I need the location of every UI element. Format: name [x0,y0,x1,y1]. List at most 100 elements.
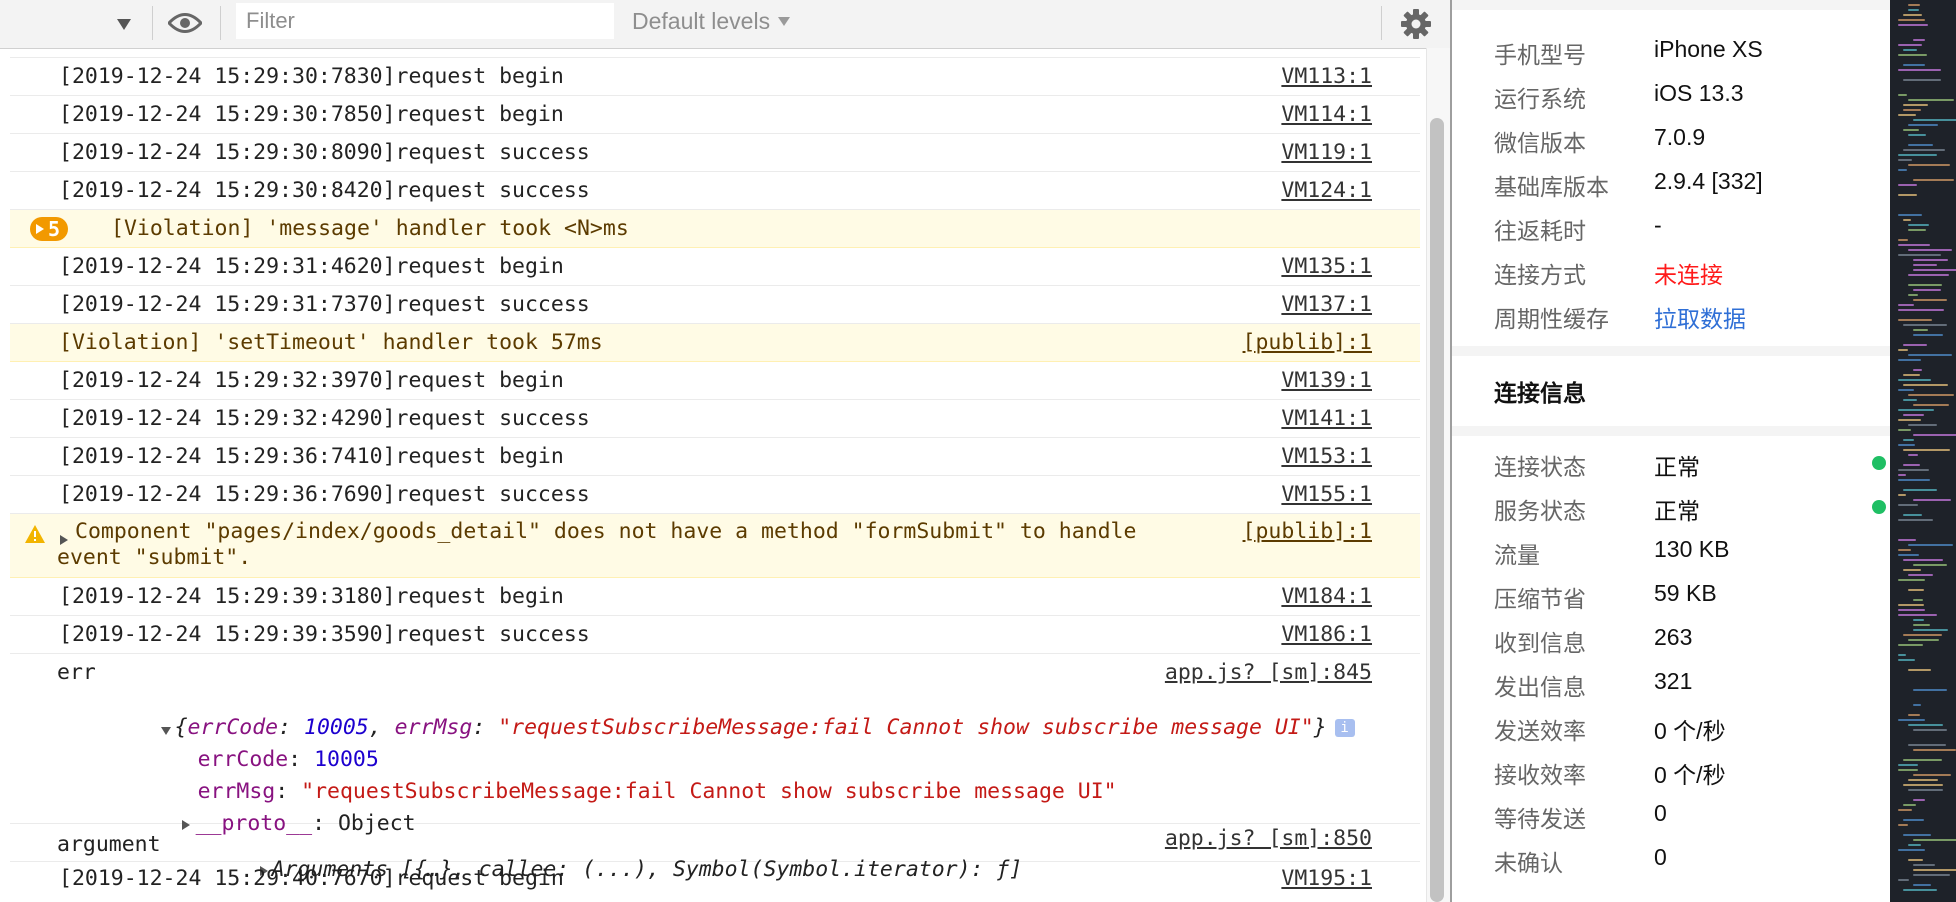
minimap-code-line [1903,344,1927,346]
info-icon[interactable]: i [1334,719,1355,737]
info-label: 运行系统 [1494,86,1586,112]
minimap-code-line [1898,419,1921,421]
minimap-code-line [1913,264,1937,266]
minimap-code-line [1898,539,1916,541]
info-row-os: 运行系统 iOS 13.3 [1494,72,1874,116]
source-link[interactable]: [publib]:1 [1243,519,1372,544]
source-link[interactable]: VM135:1 [1281,254,1372,279]
minimap-code-line [1913,39,1925,41]
minimap-code-line [1898,604,1924,606]
group-count-badge[interactable]: 5 [30,217,69,241]
minimap-code-line [1898,719,1925,721]
source-link[interactable]: VM184:1 [1281,584,1372,609]
log-row: [2019-12-24 15:29:39:3590]request succes… [10,616,1420,654]
minimap-code-line [1898,44,1922,46]
info-row-periodic-cache: 周期性缓存 拉取数据 [1494,292,1874,336]
toolbar-divider [220,6,221,40]
log-row-cut [10,48,1420,58]
status-ok-icon [1872,500,1886,514]
minimap-code-line [1898,474,1906,476]
section-separator [1452,0,1890,10]
minimap-code-line [1903,804,1916,806]
minimap-code-line [1903,324,1947,326]
source-link[interactable]: [publib]:1 [1243,330,1372,355]
argument-log-entry: argument Arguments [{…}, callee: (...), … [10,824,1420,882]
minimap-code-line [1903,784,1943,786]
source-link[interactable]: app.js? [sm]:845 [1165,660,1372,685]
source-link[interactable]: VM113:1 [1281,64,1372,89]
minimap-code-line [1898,184,1917,186]
minimap-code-line [1903,49,1917,51]
minimap-code-line [1913,499,1951,501]
source-link[interactable]: VM139:1 [1281,368,1372,393]
minimap-code-line [1903,109,1921,111]
minimap-code-line [1908,4,1920,6]
fetch-data-link[interactable]: 拉取数据 [1654,300,1746,334]
info-value: iOS 13.3 [1654,80,1744,106]
log-levels-dropdown[interactable]: Default levels [632,4,791,38]
violation-group-row[interactable]: 5 [Violation] 'message' handler took <N>… [10,210,1420,248]
log-message: [2019-12-24 15:29:31:7370]request succes… [59,292,590,317]
log-row: [2019-12-24 15:29:31:4620]request begin … [10,248,1420,286]
source-link[interactable]: VM137:1 [1281,292,1372,317]
source-link[interactable]: VM153:1 [1281,444,1372,469]
info-label: 等待发送 [1494,806,1586,832]
log-message: [2019-12-24 15:29:30:7830]request begin [59,64,564,89]
log-message: [2019-12-24 15:29:30:7850]request begin [59,102,564,127]
console-toolbar: Default levels [0,0,1450,49]
minimap-code-line [1898,24,1928,26]
minimap-code-line [1908,124,1938,126]
minimap-code-line [1908,574,1933,576]
minimap-code-line [1903,384,1948,386]
info-value: 321 [1654,668,1693,694]
source-link[interactable]: VM155:1 [1281,482,1372,507]
dropdown-arrow-icon[interactable] [110,10,138,38]
source-link[interactable]: VM141:1 [1281,406,1372,431]
filter-input[interactable] [236,3,614,39]
log-message: [2019-12-24 15:29:36:7690]request succes… [59,482,590,507]
source-link[interactable]: app.js? [sm]:850 [1165,826,1372,851]
minimap-code-line [1913,774,1951,776]
log-row: [2019-12-24 15:29:32:4290]request succes… [10,400,1420,438]
source-link[interactable]: VM119:1 [1281,140,1372,165]
argument-label: argument [57,832,161,857]
minimap-code-line [1913,874,1950,876]
minimap-code-line [1898,69,1941,71]
minimap-code-line [1908,669,1931,671]
minimap-code-line [1913,334,1943,336]
minimap-code-line [1908,724,1943,726]
minimap-code-line [1908,714,1920,716]
log-row: [2019-12-24 15:29:40:7670]request begin … [10,862,1420,900]
minimap-code-line [1903,79,1941,81]
info-label: 基础库版本 [1494,174,1609,200]
log-message: [2019-12-24 15:29:31:4620]request begin [59,254,564,279]
minimap-code-line [1898,659,1915,661]
minimap-code-line [1913,119,1956,121]
console-scrollbar[interactable] [1426,48,1450,902]
minimap-code-line [1903,514,1922,516]
violation-row: [Violation] 'setTimeout' handler took 57… [10,324,1420,362]
info-row-send-rate: 发送效率 0 个/秒 [1494,704,1874,748]
minimap-code-line [1903,414,1924,416]
source-link[interactable]: VM195:1 [1281,866,1372,891]
info-label: 收到信息 [1494,630,1586,656]
minimap-code-line [1913,289,1941,291]
source-link[interactable]: VM114:1 [1281,102,1372,127]
minimap-code-line [1903,759,1942,761]
minimap-code-line [1898,444,1915,446]
minimap-code-line [1898,194,1917,196]
console-log: [2019-12-24 15:29:30:7830]request begin … [10,48,1420,902]
minimap-code-line [1903,104,1928,106]
log-message: [2019-12-24 15:29:30:8090]request succes… [59,140,590,165]
source-link[interactable]: VM124:1 [1281,178,1372,203]
minimap-code-line [1913,369,1922,371]
minimap-code-line [1898,609,1925,611]
minimap-code-line [1913,329,1928,331]
minimap-code-line [1898,389,1914,391]
gear-icon[interactable] [1398,6,1434,42]
scrollbar-thumb[interactable] [1430,118,1444,902]
eye-icon[interactable] [166,6,204,40]
log-row: [2019-12-24 15:29:30:7850]request begin … [10,96,1420,134]
source-link[interactable]: VM186:1 [1281,622,1372,647]
minimap-code-line [1903,634,1942,636]
